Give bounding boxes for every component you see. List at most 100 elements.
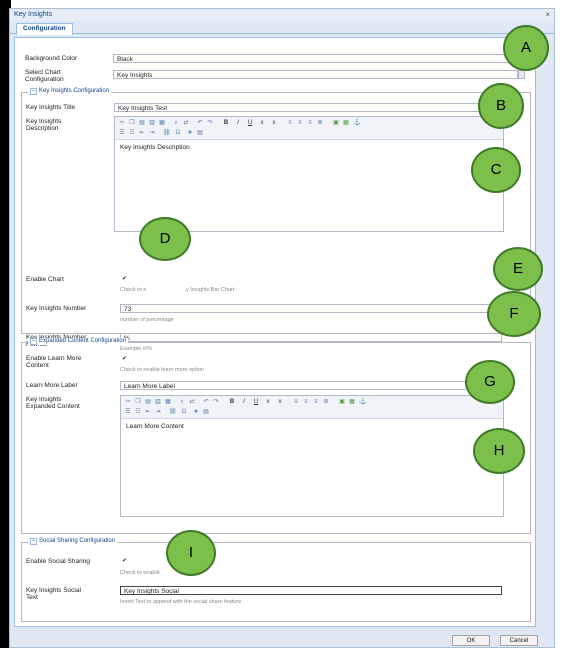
italic-icon[interactable]: I <box>235 120 241 126</box>
undo-icon[interactable]: ↶ <box>203 399 209 405</box>
table-icon[interactable]: ▦ <box>343 120 349 126</box>
find-icon[interactable]: ⌕ <box>173 120 179 126</box>
key-insights-title-input[interactable]: Key Insights Test <box>114 103 502 112</box>
expanded-content-legend-text: Expanded Content Configuration <box>39 338 127 344</box>
align-justify-icon[interactable]: ≣ <box>323 399 329 405</box>
underline-icon[interactable]: U <box>253 399 259 405</box>
align-left-icon[interactable]: ≡ <box>293 399 299 405</box>
link-icon[interactable]: ⛓ <box>169 409 177 415</box>
chart-config-trigger[interactable] <box>518 70 525 79</box>
bold-icon[interactable]: B <box>223 120 229 126</box>
align-center-icon[interactable]: ≡ <box>297 120 303 126</box>
social-text-input[interactable]: Key Insights Social <box>120 586 502 595</box>
numbered-list-icon[interactable]: ☷ <box>135 409 141 415</box>
bulleted-list-icon[interactable]: ☰ <box>125 409 131 415</box>
callout-g: G <box>465 360 515 404</box>
learn-more-label-input[interactable]: Learn More Label <box>120 381 502 390</box>
superscript-icon[interactable]: x <box>277 399 283 405</box>
align-center-icon[interactable]: ≡ <box>303 399 309 405</box>
link-icon[interactable]: ⛓ <box>163 130 171 136</box>
source-icon[interactable]: ★ <box>187 130 193 136</box>
key-insights-title-label: Key Insights Title <box>26 104 76 111</box>
outdent-icon[interactable]: ⇤ <box>145 409 151 415</box>
spellcheck-icon[interactable]: ▤ <box>203 409 209 415</box>
indent-icon[interactable]: ⇥ <box>155 409 161 415</box>
align-justify-icon[interactable]: ≣ <box>317 120 323 126</box>
redo-icon[interactable]: ↷ <box>207 120 213 126</box>
align-right-icon[interactable]: ≡ <box>307 120 313 126</box>
paste-icon[interactable]: ▤ <box>139 120 145 126</box>
chart-config-select[interactable]: Key Insights <box>113 70 518 79</box>
key-insights-number-label: Key Insights Number <box>26 305 87 312</box>
numbered-list-icon[interactable]: ☷ <box>129 130 135 136</box>
expanded-content-editor[interactable]: ✂ ❐ ▤ ▥ ▦ ⌕ ⇄ ↶ ↷ B I U x x ≡ ≡ ≡ ≣ ▣ ▦ … <box>120 395 504 517</box>
enable-chart-label: Enable Chart <box>26 276 64 283</box>
special-char-icon[interactable]: Ω <box>175 130 181 136</box>
image-icon[interactable]: ▣ <box>339 399 345 405</box>
collapse-toggle-icon[interactable]: – <box>30 88 37 95</box>
paste-text-icon[interactable]: ▥ <box>149 120 155 126</box>
description-editor[interactable]: ✂ ❐ ▤ ▥ ▦ ⌕ ⇄ ↶ ↷ B I U x x ≡ ≡ ≡ ≣ ▣ ▦ … <box>114 116 504 232</box>
find-icon[interactable]: ⌕ <box>179 399 185 405</box>
source-icon[interactable]: ★ <box>193 409 199 415</box>
enable-chart-checkbox[interactable]: ✔ <box>122 276 128 282</box>
align-right-icon[interactable]: ≡ <box>313 399 319 405</box>
enable-social-sharing-label: Enable Social Sharing <box>26 558 90 565</box>
key-insights-legend-text: Key Insights Configuration <box>39 88 110 94</box>
bulleted-list-icon[interactable]: ☰ <box>119 130 125 136</box>
callout-f: F <box>487 291 541 337</box>
expanded-content-fieldset: – Expanded Content Configuration Enable L… <box>21 338 531 534</box>
replace-icon[interactable]: ⇄ <box>183 120 189 126</box>
expanded-content-text[interactable]: Learn More Content <box>126 423 184 430</box>
anchor-icon[interactable]: ⚓ <box>359 399 366 405</box>
social-sharing-legend-text: Social Sharing Configuration <box>39 538 116 544</box>
spellcheck-icon[interactable]: ▤ <box>197 130 203 136</box>
underline-icon[interactable]: U <box>247 120 253 126</box>
number-format-input[interactable]: % <box>120 333 502 342</box>
undo-icon[interactable]: ↶ <box>197 120 203 126</box>
replace-icon[interactable]: ⇄ <box>189 399 195 405</box>
paste-icon[interactable]: ▤ <box>145 399 151 405</box>
ok-button[interactable]: OK <box>452 635 490 646</box>
close-icon[interactable]: × <box>545 10 550 19</box>
redo-icon[interactable]: ↷ <box>213 399 219 405</box>
dialog-titlebar[interactable]: Key Insights × <box>10 9 554 21</box>
table-icon[interactable]: ▦ <box>349 399 355 405</box>
cut-icon[interactable]: ✂ <box>125 399 131 405</box>
image-icon[interactable]: ▣ <box>333 120 339 126</box>
tab-bar: Configuration <box>10 21 554 35</box>
copy-icon[interactable]: ❐ <box>135 399 141 405</box>
social-sharing-legend: – Social Sharing Configuration <box>28 538 118 545</box>
indent-icon[interactable]: ⇥ <box>149 130 155 136</box>
outdent-icon[interactable]: ⇤ <box>139 130 145 136</box>
description-label-line2: Description <box>26 125 59 132</box>
bold-icon[interactable]: B <box>229 399 235 405</box>
background-color-select[interactable]: Black <box>113 54 518 63</box>
background-strip-right <box>555 0 565 648</box>
superscript-icon[interactable]: x <box>271 120 277 126</box>
key-insights-fieldset: – Key Insights Configuration Key Insights… <box>21 88 531 352</box>
subscript-icon[interactable]: x <box>259 120 265 126</box>
paste-text-icon[interactable]: ▥ <box>155 399 161 405</box>
paste-word-icon[interactable]: ▦ <box>165 399 171 405</box>
special-char-icon[interactable]: Ω <box>181 409 187 415</box>
paste-word-icon[interactable]: ▦ <box>159 120 165 126</box>
collapse-toggle-icon[interactable]: – <box>30 538 37 545</box>
key-insights-number-hint: number of percentage <box>120 317 174 323</box>
expanded-content-toolbar: ✂ ❐ ▤ ▥ ▦ ⌕ ⇄ ↶ ↷ B I U x x ≡ ≡ ≡ ≣ ▣ ▦ … <box>121 396 503 419</box>
italic-icon[interactable]: I <box>241 399 247 405</box>
cancel-button[interactable]: Cancel <box>500 635 538 646</box>
enable-social-sharing-checkbox[interactable]: ✔ <box>122 558 128 564</box>
tab-configuration[interactable]: Configuration <box>16 23 73 35</box>
align-left-icon[interactable]: ≡ <box>287 120 293 126</box>
anchor-icon[interactable]: ⚓ <box>353 120 360 126</box>
copy-icon[interactable]: ❐ <box>129 120 135 126</box>
key-insights-number-input[interactable]: 73 <box>120 304 502 313</box>
collapse-toggle-icon[interactable]: – <box>30 338 37 345</box>
description-toolbar: ✂ ❐ ▤ ▥ ▦ ⌕ ⇄ ↶ ↷ B I U x x ≡ ≡ ≡ ≣ ▣ ▦ … <box>115 117 503 140</box>
subscript-icon[interactable]: x <box>265 399 271 405</box>
enable-learn-more-checkbox[interactable]: ✔ <box>122 356 128 362</box>
callout-e: E <box>493 247 543 291</box>
cut-icon[interactable]: ✂ <box>119 120 125 126</box>
description-text[interactable]: Key Insights Description <box>120 144 190 151</box>
